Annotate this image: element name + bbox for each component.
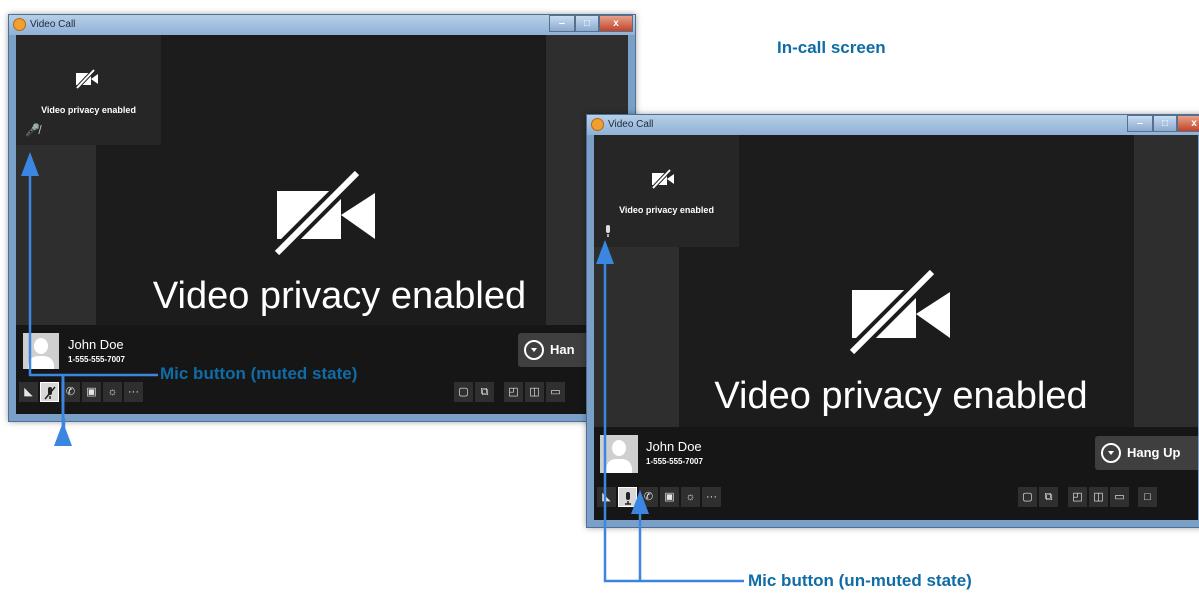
muted-mic-button-arrowhead — [54, 375, 72, 446]
unmuted-annotation: Mic button (un-muted state) — [748, 571, 972, 590]
muted-annotation: Mic button (muted state) — [160, 364, 358, 383]
